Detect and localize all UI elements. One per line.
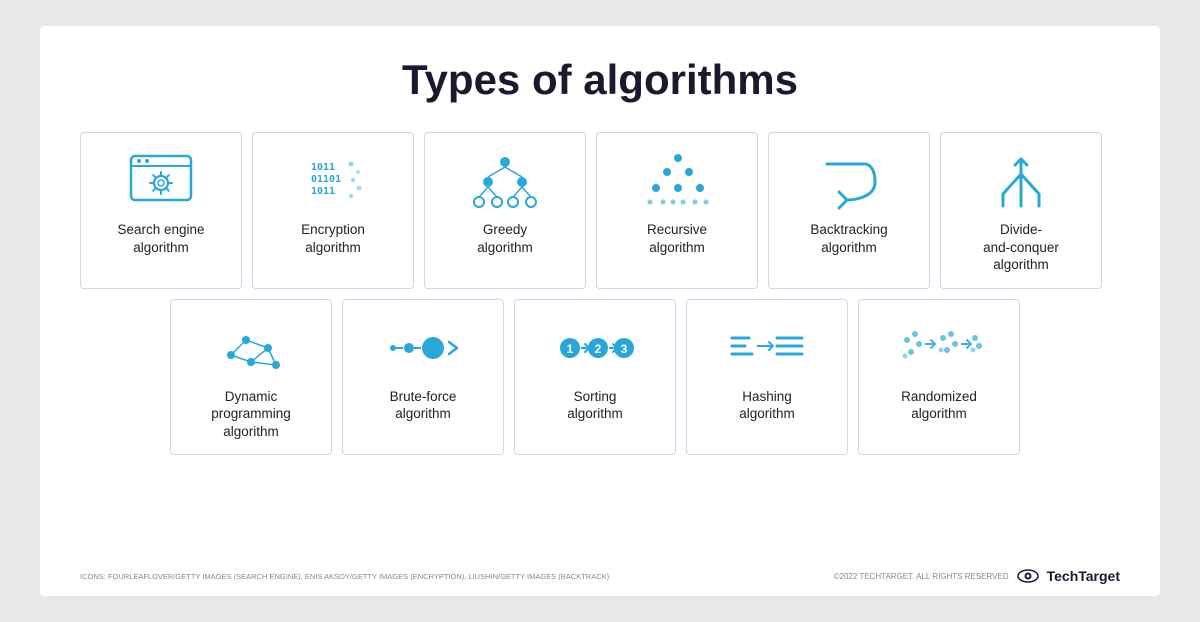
algorithm-row-1: Search enginealgorithm 1011 01101 1011 bbox=[80, 132, 1120, 289]
card-randomized: Randomizedalgorithm bbox=[858, 299, 1020, 456]
card-divide-conquer: Divide-and-conqueralgorithm bbox=[940, 132, 1102, 289]
search-engine-icon bbox=[126, 151, 196, 211]
card-greedy: Greedyalgorithm bbox=[424, 132, 586, 289]
brute-force-label: Brute-forcealgorithm bbox=[390, 388, 457, 423]
footer-credits: ICONS: FOURLEAFLOVER/GETTY IMAGES (SEARC… bbox=[80, 572, 609, 581]
card-search-engine: Search enginealgorithm bbox=[80, 132, 242, 289]
randomized-icon bbox=[897, 318, 982, 378]
encryption-icon: 1011 01101 1011 bbox=[303, 151, 363, 211]
sorting-icon: 1 2 3 bbox=[558, 318, 633, 378]
card-sorting: 1 2 3 Sortingalgorithm bbox=[514, 299, 676, 456]
footer: ICONS: FOURLEAFLOVER/GETTY IMAGES (SEARC… bbox=[80, 568, 1120, 584]
page-title: Types of algorithms bbox=[80, 56, 1120, 104]
brute-force-icon bbox=[383, 318, 463, 378]
dynamic-icon bbox=[216, 318, 286, 378]
svg-text:2: 2 bbox=[594, 342, 601, 356]
greedy-label: Greedyalgorithm bbox=[477, 221, 533, 256]
hashing-label: Hashingalgorithm bbox=[739, 388, 795, 423]
greedy-icon bbox=[470, 151, 540, 211]
hashing-icon bbox=[727, 318, 807, 378]
encryption-label: Encryptionalgorithm bbox=[301, 221, 365, 256]
divide-conquer-label: Divide-and-conqueralgorithm bbox=[983, 221, 1059, 274]
card-backtracking: Backtrackingalgorithm bbox=[768, 132, 930, 289]
techtarget-eye-icon bbox=[1017, 568, 1039, 584]
backtracking-label: Backtrackingalgorithm bbox=[810, 221, 887, 256]
recursive-label: Recursivealgorithm bbox=[647, 221, 707, 256]
brand-name: TechTarget bbox=[1047, 568, 1120, 584]
divide-conquer-icon bbox=[989, 151, 1054, 211]
card-brute-force: Brute-forcealgorithm bbox=[342, 299, 504, 456]
backtracking-icon bbox=[817, 151, 882, 211]
card-encryption: 1011 01101 1011 Encryptionalgorithm bbox=[252, 132, 414, 289]
footer-copyright: ©2022 TECHTARGET. ALL RIGHTS RESERVED bbox=[834, 572, 1009, 581]
card-recursive: Recursivealgorithm bbox=[596, 132, 758, 289]
recursive-icon bbox=[645, 151, 710, 211]
sorting-label: Sortingalgorithm bbox=[567, 388, 623, 423]
svg-text:3: 3 bbox=[620, 342, 627, 356]
svg-text:1011: 1011 bbox=[311, 186, 335, 197]
card-hashing: Hashingalgorithm bbox=[686, 299, 848, 456]
svg-text:1011: 1011 bbox=[311, 162, 335, 173]
main-card: Types of algorithms bbox=[40, 26, 1160, 596]
svg-text:1: 1 bbox=[566, 342, 573, 356]
svg-text:01101: 01101 bbox=[311, 174, 341, 185]
search-engine-label: Search enginealgorithm bbox=[117, 221, 204, 256]
dynamic-label: Dynamicprogrammingalgorithm bbox=[211, 388, 291, 441]
algorithm-row-2: Dynamicprogrammingalgorithm Brute-forcea… bbox=[170, 299, 1120, 456]
randomized-label: Randomizedalgorithm bbox=[901, 388, 977, 423]
card-dynamic: Dynamicprogrammingalgorithm bbox=[170, 299, 332, 456]
footer-brand: ©2022 TECHTARGET. ALL RIGHTS RESERVED Te… bbox=[834, 568, 1120, 584]
